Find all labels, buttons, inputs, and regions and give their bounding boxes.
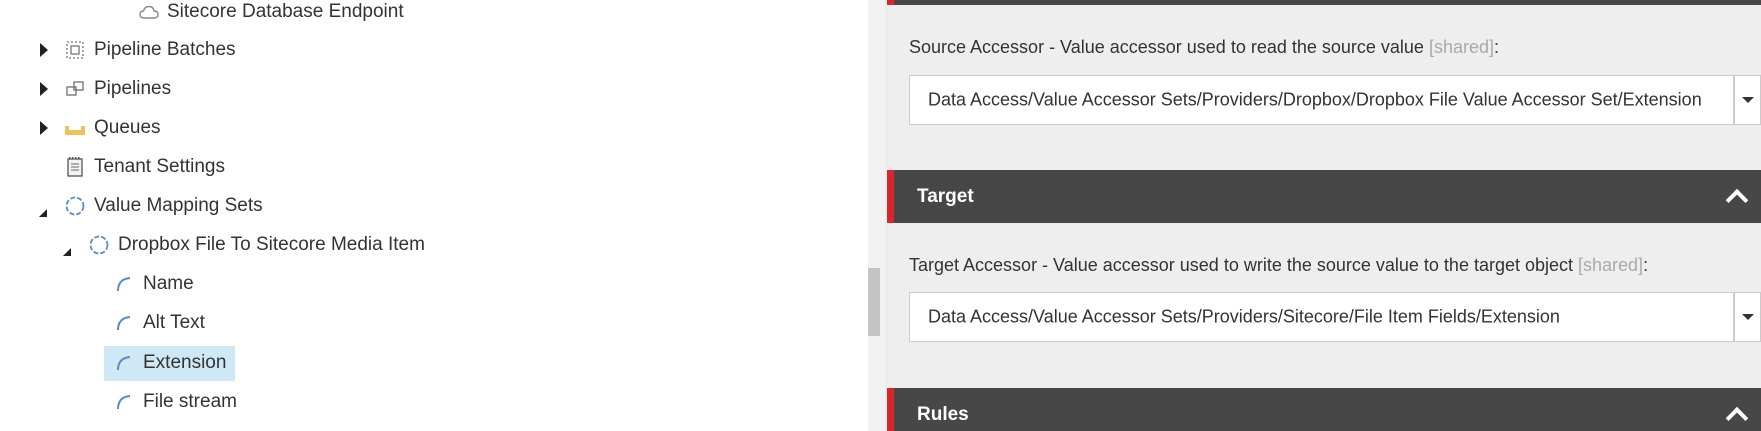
- section-title: Target: [917, 185, 974, 207]
- section-title: Rules: [917, 403, 969, 425]
- scrollbar-thumb[interactable]: [868, 268, 880, 336]
- tree-item-alt-text[interactable]: Alt Text: [0, 307, 400, 339]
- tree-item-label: Value Mapping Sets: [94, 195, 263, 216]
- tree-item-file-stream[interactable]: File stream: [0, 386, 400, 418]
- caret-down-icon: [1742, 97, 1754, 103]
- tree-item-name[interactable]: Name: [0, 268, 400, 300]
- expand-arrow-icon[interactable]: [40, 43, 48, 57]
- expand-arrow-icon[interactable]: [40, 82, 48, 96]
- tree-item-label: Name: [143, 273, 194, 294]
- content-editor-window: Sitecore Database Endpoint Pipeline Batc…: [0, 0, 1761, 431]
- tree-item-label: Tenant Settings: [94, 156, 225, 177]
- shared-tag: [shared]: [1428, 37, 1494, 57]
- source-accessor-dropdown-button[interactable]: [1734, 75, 1761, 125]
- queue-tray-icon: [64, 117, 86, 139]
- label-suffix: :: [1643, 255, 1649, 275]
- tree-item-label: Queues: [94, 117, 161, 138]
- target-accessor-dropdown-button[interactable]: [1734, 292, 1761, 342]
- tree-item-sitecore-database-endpoint[interactable]: Sitecore Database Endpoint: [130, 0, 530, 24]
- tree-item-extension[interactable]: Extension: [0, 347, 400, 379]
- target-accessor-select[interactable]: Data Access/Value Accessor Sets/Provider…: [909, 292, 1734, 342]
- tree-item-label: Sitecore Database Endpoint: [167, 1, 404, 22]
- tree-item-label: Pipeline Batches: [94, 39, 236, 60]
- target-accessor-label: Target Accessor - Value accessor used to…: [909, 255, 1648, 276]
- tree-item-label: Dropbox File To Sitecore Media Item: [118, 234, 425, 255]
- caret-down-icon: [1742, 314, 1754, 320]
- dashed-circle-icon: [88, 234, 110, 256]
- notepad-icon: [64, 156, 86, 178]
- pipelines-icon: [64, 78, 86, 100]
- collapse-arrow-icon[interactable]: [38, 202, 48, 217]
- field-label-text: Target Accessor - Value accessor used to…: [909, 255, 1579, 275]
- content-tree: Sitecore Database Endpoint Pipeline Batc…: [0, 0, 868, 431]
- arc-icon: [113, 312, 135, 334]
- dashed-circle-icon: [64, 195, 86, 217]
- tree-item-label: Extension: [143, 352, 227, 373]
- section-header-target[interactable]: Target: [887, 170, 1761, 223]
- tree-item-label: Alt Text: [143, 312, 205, 333]
- tree-item-tenant-settings[interactable]: Tenant Settings: [0, 151, 400, 183]
- section-header-previous[interactable]: [887, 0, 1761, 5]
- section-header-rules[interactable]: Rules: [887, 388, 1761, 431]
- tree-item-pipelines[interactable]: Pipelines: [0, 73, 400, 105]
- field-label-text: Source Accessor - Value accessor used to…: [909, 37, 1429, 57]
- tree-item-label: File stream: [143, 391, 237, 412]
- tree-scrollbar[interactable]: [868, 0, 885, 431]
- arc-icon: [113, 273, 135, 295]
- source-accessor-value: Data Access/Value Accessor Sets/Provider…: [928, 89, 1702, 110]
- arc-icon: [113, 352, 135, 374]
- source-accessor-select[interactable]: Data Access/Value Accessor Sets/Provider…: [909, 75, 1734, 125]
- item-editor-panel: Source Accessor - Value accessor used to…: [885, 0, 1761, 431]
- collapse-arrow-icon[interactable]: [62, 241, 72, 256]
- tree-item-value-mapping-sets[interactable]: Value Mapping Sets: [0, 190, 400, 222]
- expand-arrow-icon[interactable]: [40, 121, 48, 135]
- tree-item-label: Pipelines: [94, 78, 172, 99]
- cloud-icon: [138, 1, 160, 23]
- label-suffix: :: [1494, 37, 1500, 57]
- chevron-up-icon[interactable]: [1725, 406, 1749, 430]
- tree-item-dropbox-file-to-sitecore-media-item[interactable]: Dropbox File To Sitecore Media Item: [0, 229, 500, 261]
- tree-item-queues[interactable]: Queues: [0, 112, 400, 144]
- chevron-up-icon[interactable]: [1725, 188, 1749, 212]
- arc-icon: [113, 391, 135, 413]
- tree-item-pipeline-batches[interactable]: Pipeline Batches: [0, 34, 400, 66]
- source-accessor-label: Source Accessor - Value accessor used to…: [909, 37, 1499, 58]
- target-accessor-value: Data Access/Value Accessor Sets/Provider…: [928, 306, 1560, 327]
- pipeline-batch-icon: [64, 39, 86, 61]
- shared-tag: [shared]: [1578, 255, 1644, 275]
